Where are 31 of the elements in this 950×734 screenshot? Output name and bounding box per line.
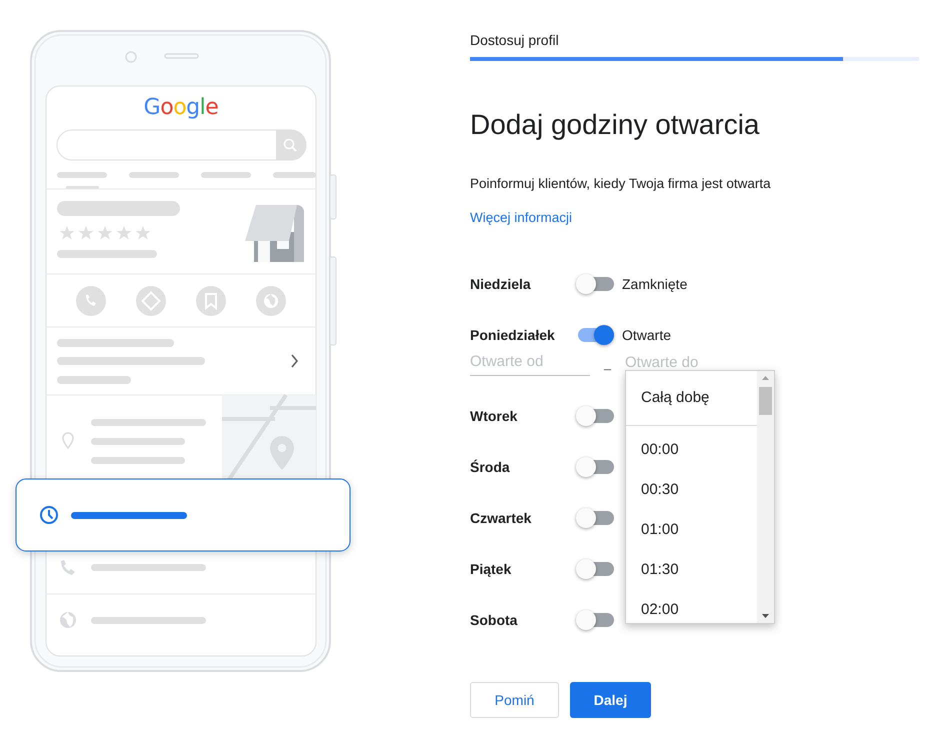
day-toggle[interactable] [576, 406, 614, 426]
day-toggle[interactable] [576, 325, 614, 345]
day-label: Sobota [470, 612, 518, 628]
dropdown-option[interactable]: 01:30 [626, 550, 757, 590]
dropdown-option[interactable]: 02:00 [626, 590, 757, 623]
day-status: Otwarte [622, 327, 672, 343]
day-label: Poniedziałek [470, 327, 556, 343]
step-title: Dostosuj profil [470, 31, 560, 49]
day-toggle[interactable] [576, 508, 614, 528]
dropdown-option[interactable]: 00:00 [626, 430, 757, 470]
dropdown-option[interactable]: 01:00 [626, 510, 757, 550]
day-label: Piątek [470, 561, 512, 577]
more-info-link[interactable]: Więcej informacji [470, 209, 572, 227]
scrollbar[interactable] [757, 371, 774, 623]
day-label: Czwartek [470, 510, 532, 526]
google-logo: Google [144, 95, 218, 120]
day-toggle[interactable] [576, 559, 614, 579]
day-toggle[interactable] [576, 457, 614, 477]
day-toggle[interactable] [576, 610, 614, 630]
description-text: Poinformuj klientów, kiedy Twoja firma jest otwarta [470, 175, 772, 193]
scrollbar-thumb[interactable] [759, 387, 772, 415]
day-toggle[interactable] [576, 274, 614, 294]
dropdown-option[interactable]: 00:30 [626, 470, 757, 510]
day-status: Zamknięte [622, 276, 688, 292]
page-title: Dodaj godziny otwarcia [470, 108, 760, 142]
day-label: Wtorek [470, 408, 518, 424]
skip-button[interactable]: Pomiń [470, 682, 559, 718]
next-button[interactable]: Dalej [570, 682, 651, 718]
day-label: Niedziela [470, 276, 532, 292]
day-label: Środa [470, 459, 511, 475]
range-separator: – [602, 361, 612, 376]
